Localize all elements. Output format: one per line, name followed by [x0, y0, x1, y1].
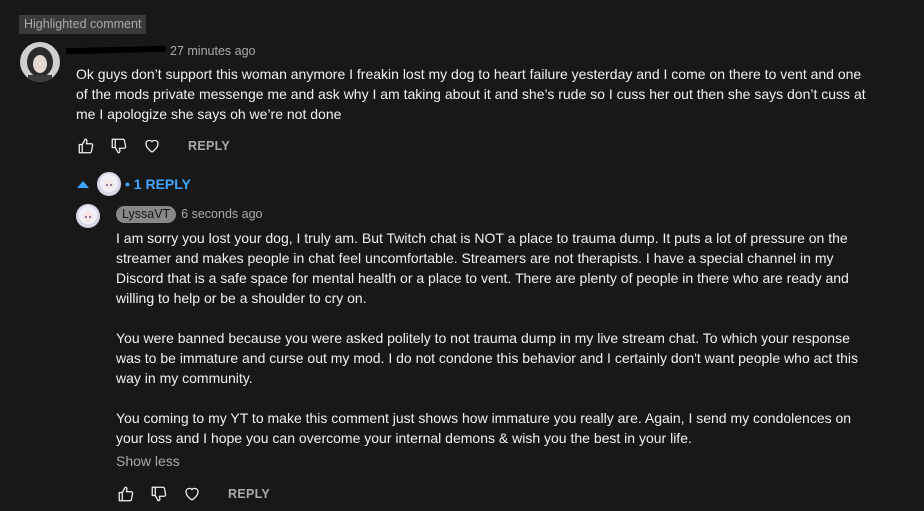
reply-paragraph: You were banned because you were asked p… — [116, 330, 858, 386]
reply-paragraph: You coming to my YT to make this comment… — [116, 410, 852, 446]
reply-author-mini-avatar — [97, 172, 121, 196]
heart-icon[interactable] — [142, 136, 162, 156]
reply-actions: REPLY — [116, 484, 270, 504]
caret-up-icon — [77, 180, 89, 188]
reply-meta: LyssaVT 6 seconds ago — [116, 206, 262, 223]
reply-paragraph: I am sorry you lost your dog, I truly am… — [116, 230, 849, 306]
reply-button[interactable]: REPLY — [228, 487, 270, 501]
reply-text: I am sorry you lost your dog, I truly am… — [116, 228, 866, 448]
replies-toggle[interactable]: • 1 REPLY — [77, 172, 191, 196]
thumbs-up-icon[interactable] — [116, 484, 136, 504]
reply-author-avatar[interactable] — [76, 204, 100, 228]
redacted-username — [65, 45, 167, 55]
thumbs-up-icon[interactable] — [76, 136, 96, 156]
reply-button[interactable]: REPLY — [188, 139, 230, 153]
commenter-avatar[interactable] — [20, 42, 60, 82]
reply-author-name[interactable]: LyssaVT — [116, 206, 177, 223]
replies-count-label: • 1 REPLY — [125, 176, 191, 192]
thumbs-down-icon[interactable] — [109, 136, 129, 156]
thumbs-down-icon[interactable] — [149, 484, 169, 504]
comment-meta: 27 minutes ago — [65, 44, 255, 58]
comment-text: Ok guys don’t support this woman anymore… — [76, 64, 876, 124]
comment-actions: REPLY — [76, 136, 230, 156]
reply-timestamp[interactable]: 6 seconds ago — [181, 207, 262, 221]
heart-icon[interactable] — [182, 484, 202, 504]
show-less-button[interactable]: Show less — [116, 453, 180, 469]
comment-timestamp[interactable]: 27 minutes ago — [170, 44, 255, 58]
comment-body: Ok guys don’t support this woman anymore… — [76, 66, 866, 122]
highlighted-comment-badge: Highlighted comment — [19, 15, 147, 34]
